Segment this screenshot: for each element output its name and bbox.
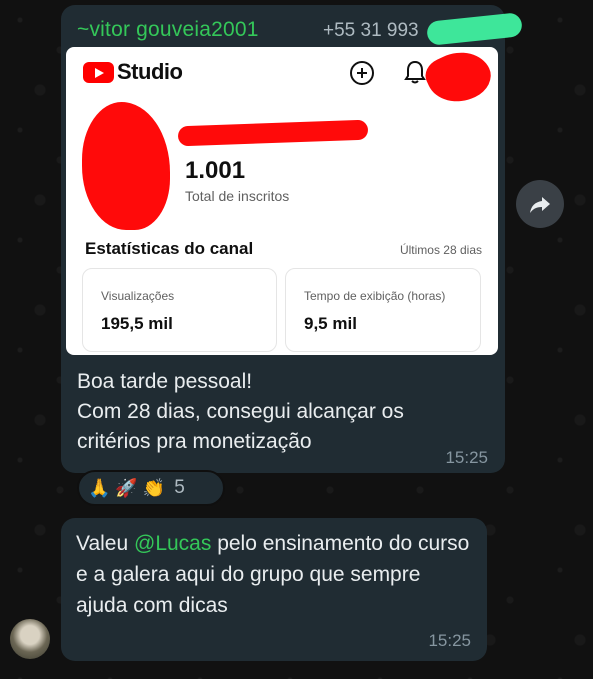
message-text: Valeu @Lucas pelo ensinamento do curso e…: [76, 528, 476, 621]
stat-value: 9,5 mil: [304, 314, 357, 333]
mention-link[interactable]: @Lucas: [134, 532, 211, 555]
subscriber-label: Total de inscritos: [185, 188, 290, 204]
stats-period: Últimos 28 dias: [399, 243, 482, 257]
stat-value: 195,5 mil: [101, 314, 173, 333]
attached-image-screenshot[interactable]: Studio 1.001 Total de inscritos Estatíst…: [66, 47, 498, 355]
channel-stats-title: Estatísticas do canal: [85, 239, 254, 258]
pray-emoji-icon: 🙏: [88, 478, 111, 498]
sender-name[interactable]: ~vitor gouveia2001: [77, 18, 259, 42]
redaction-scribble: [82, 102, 170, 230]
message-line: critérios pra monetização: [77, 430, 312, 453]
message-line: Boa tarde pessoal!: [77, 370, 253, 393]
reaction-count: 5: [174, 477, 185, 498]
message-bubble-text[interactable]: Valeu @Lucas pelo ensinamento do curso e…: [61, 518, 487, 661]
rocket-emoji-icon: 🚀: [115, 478, 138, 498]
stat-label: Visualizações: [101, 289, 175, 303]
sender-phone: +55 31 993: [323, 20, 419, 41]
redaction-scribble: [177, 119, 369, 147]
stat-card-views: Visualizações 195,5 mil: [82, 268, 277, 352]
bell-icon: [404, 60, 426, 84]
reactions-pill[interactable]: 🙏 🚀 👏 5: [77, 470, 225, 506]
forward-arrow-icon: [530, 197, 550, 213]
studio-logo: Studio: [83, 58, 183, 86]
stat-card-watch-time: Tempo de exibição (horas) 9,5 mil: [285, 268, 481, 352]
stat-label: Tempo de exibição (horas): [304, 289, 446, 303]
studio-label: Studio: [117, 59, 183, 84]
sender-avatar[interactable]: [10, 619, 50, 659]
subscriber-count: 1.001: [185, 157, 246, 184]
create-icon: [350, 61, 374, 85]
sender-header: ~vitor gouveia2001 +55 31 993: [77, 12, 523, 46]
message-text-part: Valeu: [76, 532, 134, 555]
redaction-scribble: [420, 47, 498, 113]
youtube-logo-icon: [83, 61, 114, 83]
message-timestamp: 15:25: [428, 631, 471, 650]
message-timestamp: 15:25: [445, 448, 488, 467]
message-line: Com 28 dias, consegui alcançar os: [77, 400, 404, 423]
message-bubble-image[interactable]: ~vitor gouveia2001 +55 31 993 Studio 1.0…: [61, 5, 523, 473]
clap-emoji-icon: 👏: [142, 478, 166, 498]
message-text: Boa tarde pessoal! Com 28 dias, consegui…: [77, 367, 497, 457]
forward-button[interactable]: [516, 180, 564, 228]
